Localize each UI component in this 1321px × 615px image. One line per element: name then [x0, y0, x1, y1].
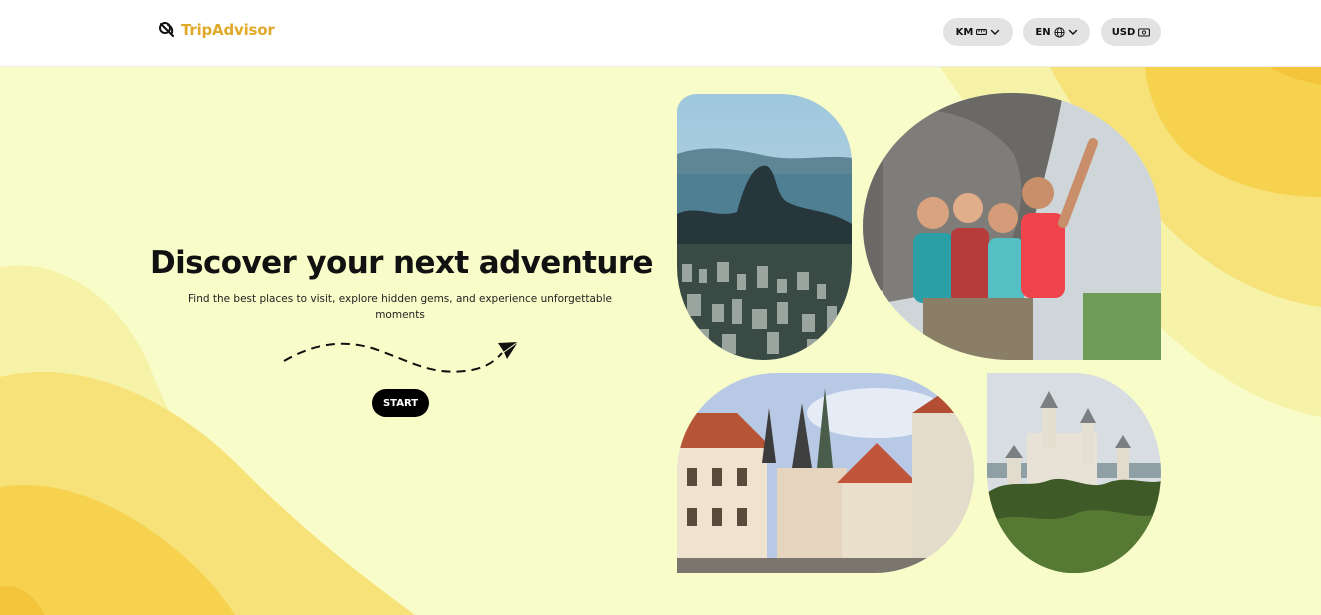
hero-subtitle: Find the best places to visit, explore h…	[188, 293, 612, 321]
chevron-down-icon	[991, 29, 1000, 35]
paper-plane-icon	[283, 341, 519, 373]
units-label: KM	[955, 26, 974, 38]
photo-friends-selfie	[863, 93, 1161, 360]
logo[interactable]: TripAdvisor	[158, 21, 275, 39]
photo-castle	[987, 373, 1161, 573]
units-selector[interactable]: KM	[943, 18, 1013, 46]
logo-text: TripAdvisor	[181, 21, 275, 39]
hero-title: Discover your next adventure	[150, 245, 654, 281]
ruler-icon	[976, 29, 988, 35]
photo-prague-street	[677, 373, 974, 573]
language-selector[interactable]: EN	[1023, 18, 1090, 46]
start-button[interactable]: START	[372, 389, 429, 417]
chevron-down-icon	[1068, 29, 1077, 35]
banknote-icon	[1138, 27, 1151, 37]
currency-label: USD	[1111, 26, 1136, 38]
photo-rio-de-janeiro	[677, 94, 852, 360]
globe-icon	[1053, 26, 1065, 38]
language-label: EN	[1035, 26, 1051, 38]
currency-selector[interactable]: USD	[1101, 18, 1161, 46]
hero-section: Discover your next adventure Find the be…	[150, 245, 654, 323]
top-navbar: TripAdvisor KM EN USD	[0, 0, 1321, 67]
tripadvisor-logo-icon	[159, 22, 174, 37]
